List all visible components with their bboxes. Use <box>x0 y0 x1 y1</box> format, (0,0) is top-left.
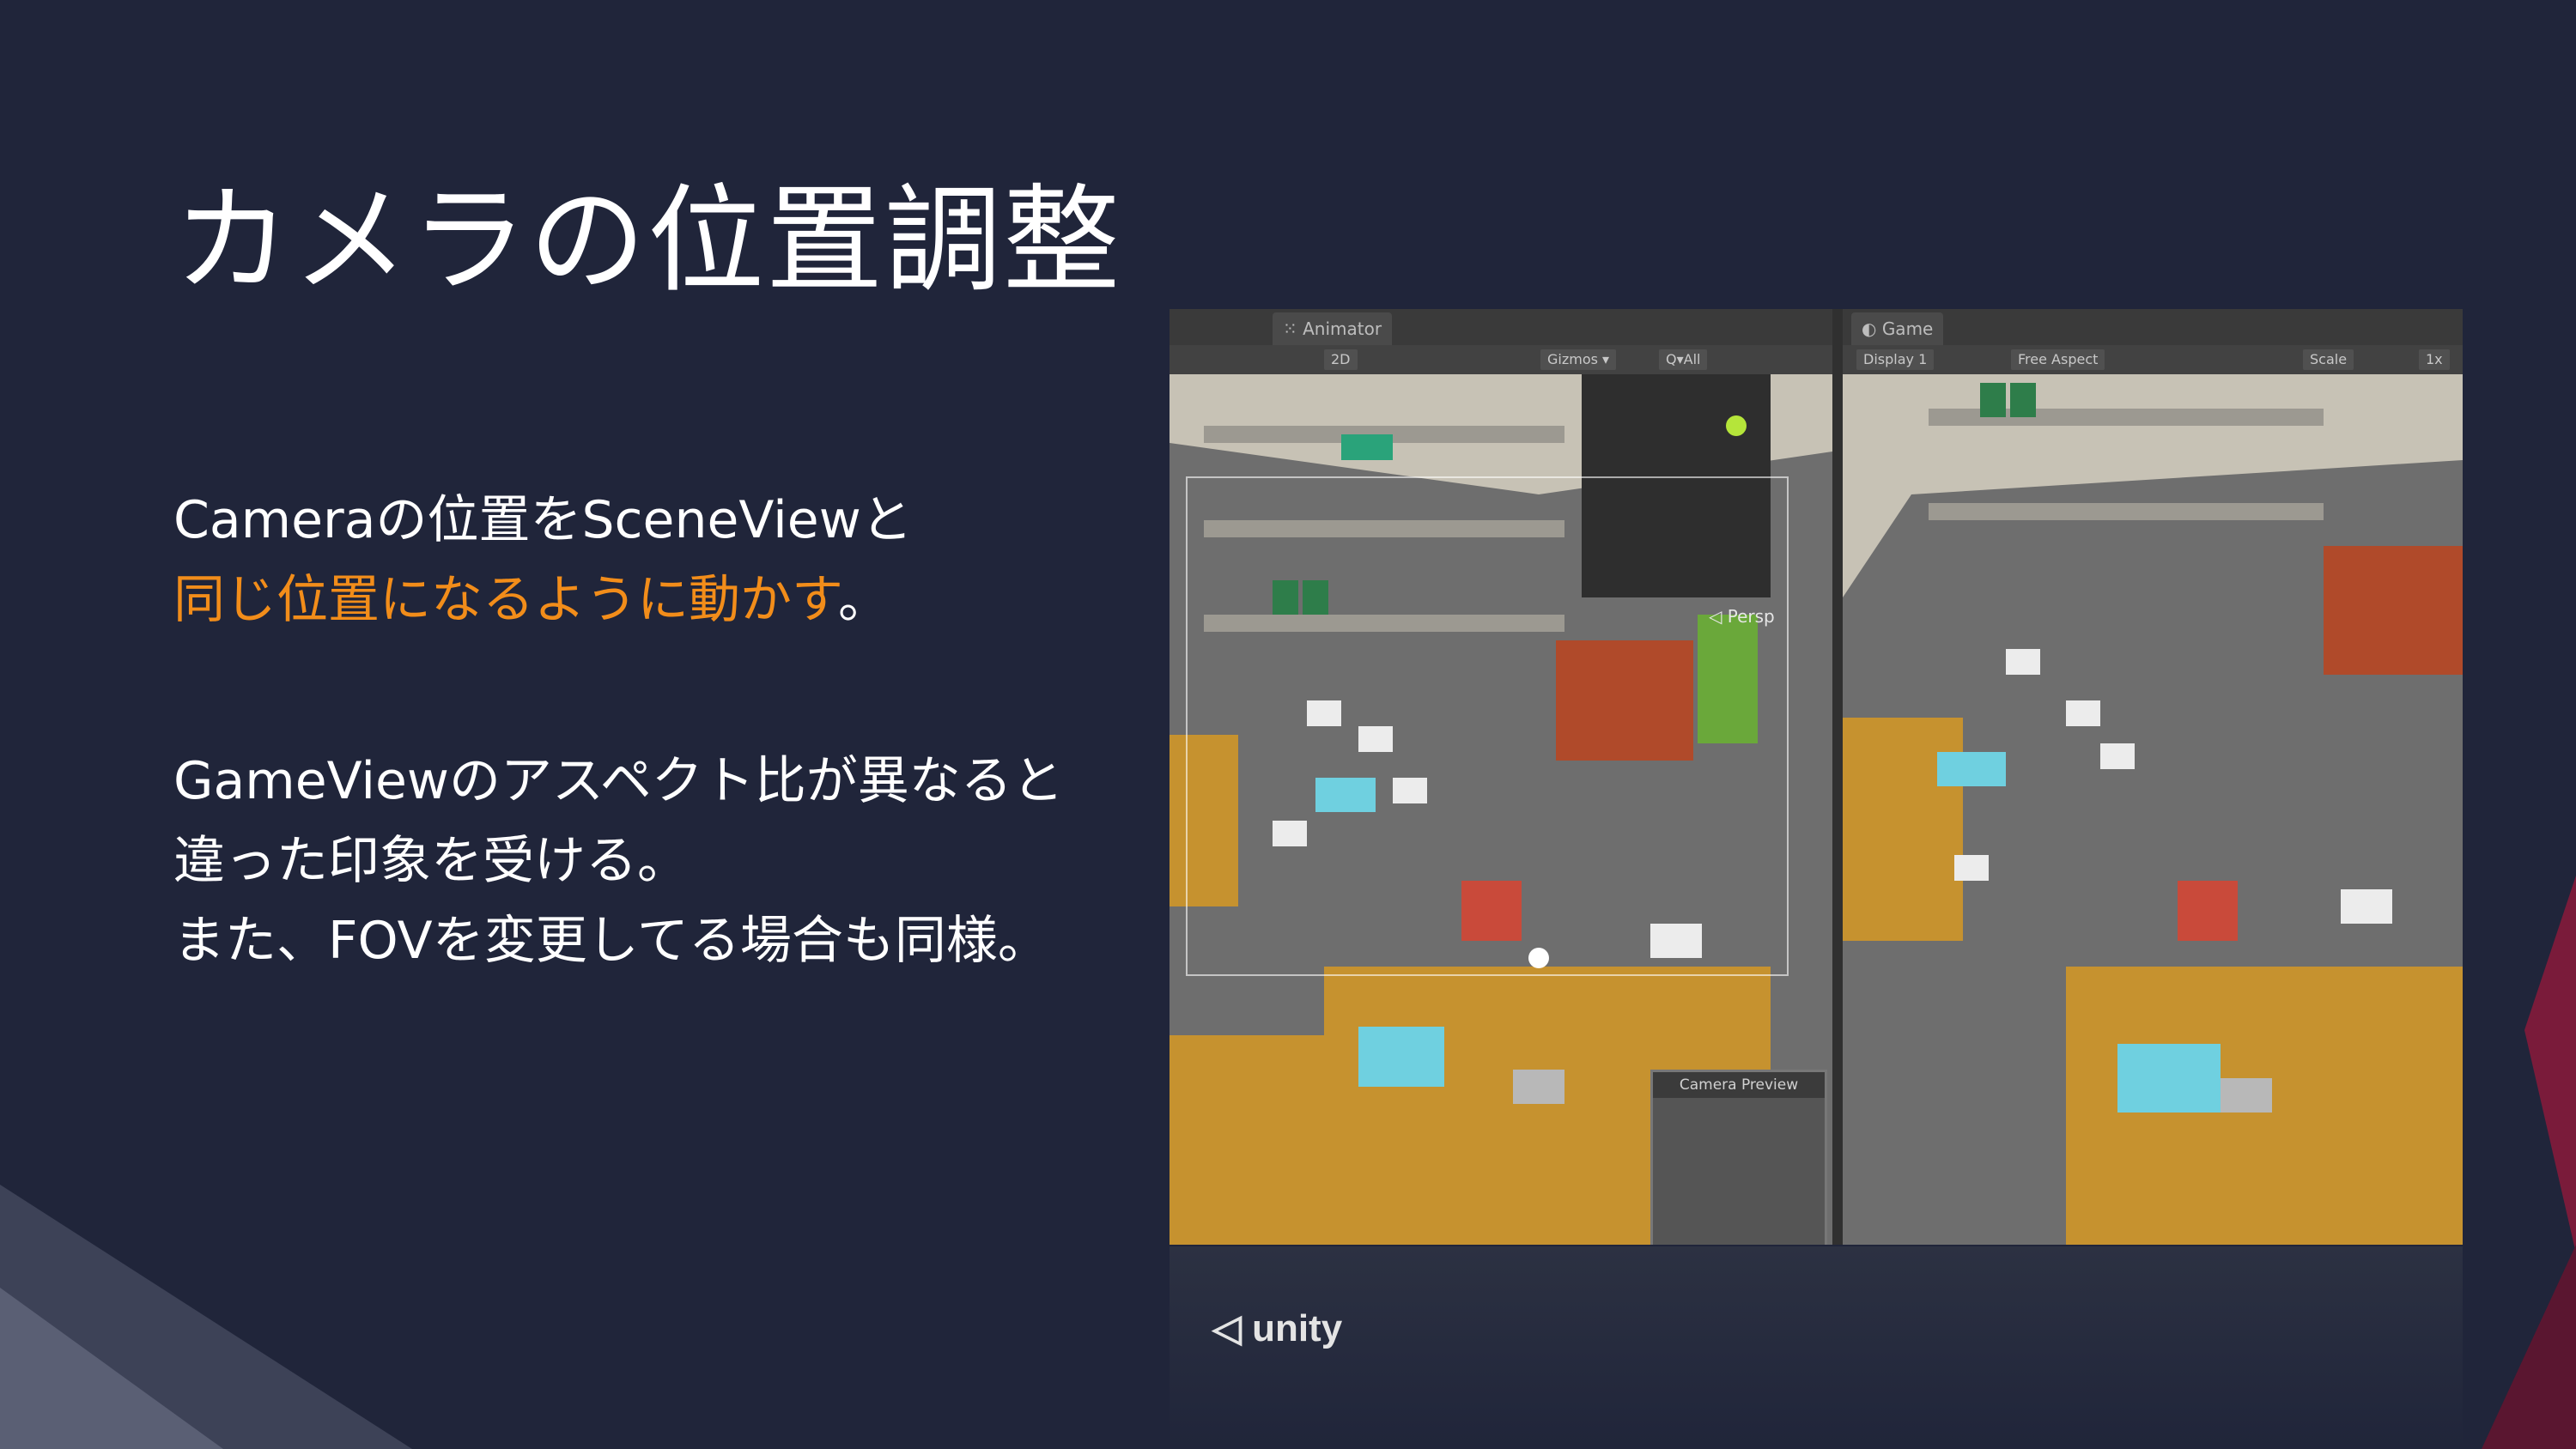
period: 。 <box>838 570 890 630</box>
game-view <box>1843 374 2463 1245</box>
game-icon: ◐ <box>1862 318 1882 339</box>
paragraph-1-line-2: 同じ位置になるように動かす。 <box>173 561 913 640</box>
toolbar-gizmos: Gizmos ▾ <box>1540 349 1617 370</box>
unity-editor-screenshot: ⁙ Animator ◐ Game 2D Gizmos ▾ Q▾All Disp… <box>1170 309 2463 1245</box>
tab-game-label: Game <box>1881 318 1934 339</box>
toolbar-scale-value: 1x <box>2419 349 2450 370</box>
game-illustration <box>1843 374 2463 1245</box>
paragraph-1: Cameraの位置をSceneViewと 同じ位置になるように動かす。 <box>173 481 913 640</box>
paragraph-2: GameViewのアスペクト比が異なると 違った印象を受ける。 また、FOVを変… <box>173 742 1064 981</box>
toolbar-scale: Scale <box>2303 349 2354 370</box>
paragraph-2-line-2: 違った印象を受ける。 <box>173 831 689 891</box>
editor-toolbar: 2D Gizmos ▾ Q▾All Display 1 Free Aspect … <box>1170 345 2463 374</box>
unity-logo-text: unity <box>1252 1307 1343 1349</box>
camera-preview: Camera Preview <box>1650 1070 1827 1245</box>
paragraph-2-line-3: また、FOVを変更してる場合も同様。 <box>173 911 1049 971</box>
slide-title: カメラの位置調整 <box>173 173 1121 309</box>
editor-tab-bar: ⁙ Animator ◐ Game <box>1170 309 2463 345</box>
tab-animator-label: Animator <box>1303 318 1382 339</box>
tab-animator: ⁙ Animator <box>1273 312 1393 345</box>
scene-view: ◁ Persp Camera Preview <box>1170 374 1832 1245</box>
lowpoly-shape <box>2524 876 2576 1253</box>
paragraph-1-line-1: Cameraの位置をSceneViewと <box>173 490 913 550</box>
unity-logo: ◁ unity <box>1212 1307 1342 1350</box>
animator-icon: ⁙ <box>1283 318 1303 339</box>
pane-divider <box>1832 309 1843 1245</box>
camera-preview-label: Camera Preview <box>1653 1072 1825 1098</box>
toolbar-2d: 2D <box>1324 349 1358 370</box>
screenshot-reflection: ◁ unity <box>1170 1246 2463 1449</box>
toolbar-aspect: Free Aspect <box>2011 349 2105 370</box>
lowpoly-shape <box>2482 1245 2576 1449</box>
toolbar-display: Display 1 <box>1856 349 1935 370</box>
persp-label: ◁ Persp <box>1709 606 1775 627</box>
paragraph-2-line-1: GameViewのアスペクト比が異なると <box>173 751 1064 811</box>
unity-logo-icon: ◁ <box>1212 1307 1253 1349</box>
highlight-text: 同じ位置になるように動かす <box>173 570 838 630</box>
toolbar-search: Q▾All <box>1659 349 1708 370</box>
tab-game: ◐ Game <box>1851 312 1944 345</box>
